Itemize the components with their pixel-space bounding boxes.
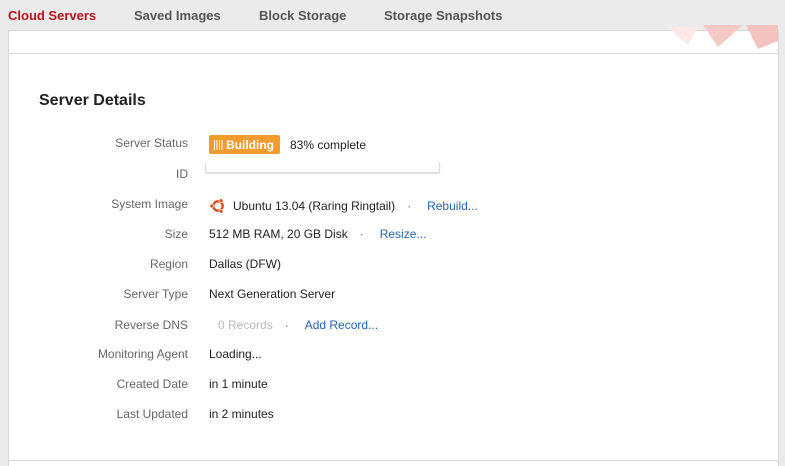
server-status-label: Server Status — [115, 136, 188, 150]
tab-block-storage[interactable]: Block Storage — [259, 8, 346, 23]
row-size: Size 512 MB RAM, 20 GB Disk · Resize... — [9, 227, 778, 245]
reverse-dns-value: 0 Records · Add Record... — [218, 318, 378, 332]
add-record-link[interactable]: Add Record... — [305, 318, 378, 332]
server-type-value: Next Generation Server — [209, 287, 336, 301]
region-label: Region — [149, 257, 188, 271]
status-badge-text: Building — [226, 137, 274, 152]
row-id: ID — [9, 163, 778, 185]
row-system-image: System Image Ubuntu 13.04 (Raring Ringta… — [9, 197, 778, 215]
row-server-status: Server Status Building 83% complete — [9, 135, 778, 154]
decorative-swoosh — [668, 25, 778, 49]
id-label: ID — [176, 167, 188, 181]
monitoring-agent-value: Loading... — [209, 347, 262, 361]
monitoring-agent-label: Monitoring Agent — [97, 347, 188, 361]
row-monitoring-agent: Monitoring Agent Loading... — [9, 347, 778, 365]
row-created-date: Created Date in 1 minute — [9, 377, 778, 395]
server-status-value: Building 83% complete — [209, 135, 366, 154]
separator-dot: · — [359, 227, 364, 241]
progress-bars-icon — [214, 139, 223, 150]
row-reverse-dns: Reverse DNS 0 Records · Add Record... — [9, 318, 778, 336]
system-image-text: Ubuntu 13.04 (Raring Ringtail) — [233, 199, 396, 213]
server-details-panel: Server Details Server Status Building 83… — [8, 25, 779, 466]
last-updated-label: Last Updated — [116, 407, 188, 421]
separator-dot: · — [284, 318, 289, 332]
separator-dot: · — [407, 199, 412, 213]
size-value: 512 MB RAM, 20 GB Disk · Resize... — [209, 227, 426, 241]
system-image-value: Ubuntu 13.04 (Raring Ringtail) · Rebuild… — [209, 197, 478, 215]
progress-text: 83% complete — [290, 137, 367, 152]
created-date-value: in 1 minute — [209, 377, 268, 391]
tab-cloud-servers[interactable]: Cloud Servers — [8, 8, 96, 23]
last-updated-value: in 2 minutes — [209, 407, 274, 421]
ubuntu-logo-icon — [209, 198, 224, 214]
server-type-label: Server Type — [123, 287, 188, 301]
section-title: Server Details — [39, 92, 146, 109]
size-label: Size — [164, 227, 188, 241]
system-image-label: System Image — [111, 197, 188, 211]
id-field[interactable] — [205, 163, 440, 173]
tab-saved-images[interactable]: Saved Images — [134, 8, 221, 23]
reverse-dns-label: Reverse DNS — [114, 318, 188, 332]
size-text: 512 MB RAM, 20 GB Disk — [209, 227, 348, 241]
resize-link[interactable]: Resize... — [380, 227, 427, 241]
panel-bottom-divider — [9, 460, 778, 461]
reverse-dns-count: 0 Records — [218, 318, 273, 332]
id-value — [205, 163, 440, 173]
status-badge: Building — [209, 135, 280, 154]
row-region: Region Dallas (DFW) — [9, 257, 778, 275]
region-value: Dallas (DFW) — [209, 257, 281, 271]
rebuild-link[interactable]: Rebuild... — [427, 199, 478, 213]
row-last-updated: Last Updated in 2 minutes — [9, 407, 778, 425]
row-server-type: Server Type Next Generation Server — [9, 287, 778, 305]
created-date-label: Created Date — [116, 377, 188, 391]
tab-storage-snapshots[interactable]: Storage Snapshots — [384, 8, 502, 23]
